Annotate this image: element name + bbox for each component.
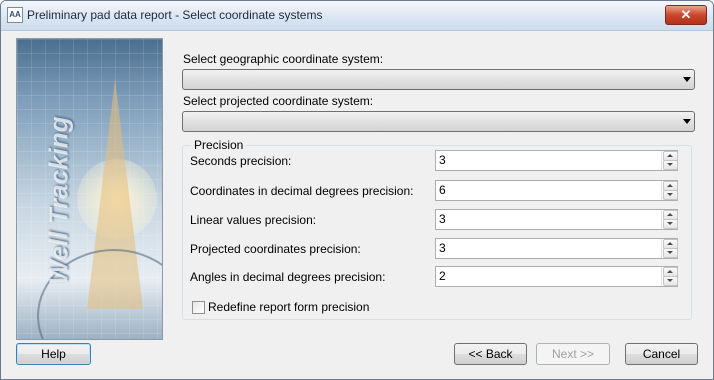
projected-coordinates-precision-value: 3	[439, 241, 446, 255]
title-bar: AA Preliminary pad data report - Select …	[1, 1, 713, 31]
precision-group-title: Precision	[191, 138, 247, 152]
next-button[interactable]: Next >>	[536, 343, 610, 365]
app-icon: AA	[7, 7, 23, 23]
decimal-degrees-precision-value: 6	[439, 183, 446, 197]
decimal-degrees-precision-label: Coordinates in decimal degrees precision…	[190, 184, 414, 198]
spin-down-icon[interactable]	[663, 276, 678, 286]
well-tracking-banner-image: Well Tracking	[16, 38, 163, 340]
back-button[interactable]: << Back	[454, 343, 527, 365]
cancel-button[interactable]: Cancel	[625, 343, 698, 365]
angles-precision-value: 2	[439, 269, 446, 283]
chevron-down-icon	[683, 77, 691, 82]
seconds-precision-spinner[interactable]: 3	[435, 150, 678, 171]
spin-down-icon[interactable]	[663, 248, 678, 258]
spin-down-icon[interactable]	[663, 219, 678, 229]
linear-values-precision-spinner[interactable]: 3	[435, 209, 678, 230]
projected-coordinates-precision-spinner[interactable]: 3	[435, 238, 678, 259]
seconds-precision-value: 3	[439, 153, 446, 167]
redefine-precision-checkbox[interactable]	[192, 301, 205, 314]
angles-precision-label: Angles in decimal degrees precision:	[190, 270, 386, 284]
chevron-down-icon	[683, 119, 691, 124]
window-title: Preliminary pad data report - Select coo…	[27, 8, 323, 22]
linear-values-precision-value: 3	[439, 212, 446, 226]
projected-system-label: Select projected coordinate system:	[183, 94, 374, 108]
projected-system-dropdown[interactable]	[182, 111, 695, 132]
angles-precision-spinner[interactable]: 2	[435, 266, 678, 287]
precision-group	[182, 145, 692, 320]
close-button[interactable]: ✕	[665, 5, 707, 25]
seconds-precision-label: Seconds precision:	[190, 154, 292, 168]
spin-down-icon[interactable]	[663, 160, 678, 170]
redefine-precision-label[interactable]: Redefine report form precision	[208, 300, 369, 314]
geographic-system-label: Select geographic coordinate system:	[183, 52, 384, 66]
spin-down-icon[interactable]	[663, 190, 678, 200]
banner-text: Well Tracking	[43, 116, 74, 285]
projected-coordinates-precision-label: Projected coordinates precision:	[190, 242, 361, 256]
geographic-system-dropdown[interactable]	[182, 69, 695, 90]
linear-values-precision-label: Linear values precision:	[190, 213, 317, 227]
dialog-window: AA Preliminary pad data report - Select …	[0, 0, 714, 380]
help-button[interactable]: Help	[16, 343, 91, 365]
decimal-degrees-precision-spinner[interactable]: 6	[435, 180, 678, 201]
dialog-body: Well Tracking Select geographic coordina…	[7, 32, 705, 373]
